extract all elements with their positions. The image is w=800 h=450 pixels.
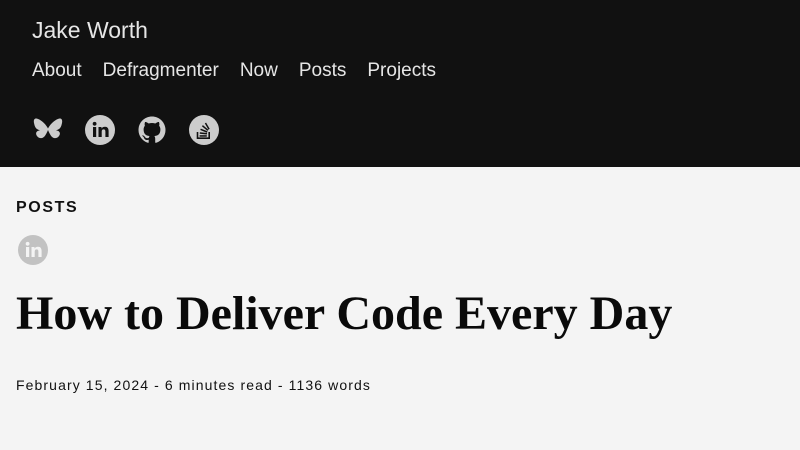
nav-link-about[interactable]: About [32,58,82,84]
social-links [32,114,240,146]
linkedin-icon [85,115,115,145]
main-nav: About Defragmenter Now Posts Projects [32,58,457,84]
post-word-count: 1136 words [288,377,371,393]
linkedin-share-link[interactable] [17,234,49,266]
nav-link-now[interactable]: Now [240,58,278,84]
nav-link-posts[interactable]: Posts [299,58,347,84]
nav-link-defragmenter[interactable]: Defragmenter [103,58,219,84]
github-icon [138,116,166,143]
site-header: Jake Worth About Defragmenter Now Posts … [0,0,800,167]
bluesky-link[interactable] [32,114,64,146]
post-date: February 15, 2024 [16,377,150,393]
linkedin-icon [18,235,48,265]
stackoverflow-link[interactable] [188,114,220,146]
post-read-time: 6 minutes read [164,377,273,393]
github-link[interactable] [136,114,168,146]
post-meta: February 15, 2024 - 6 minutes read - 113… [16,377,371,393]
section-label: POSTS [16,199,79,216]
site-title-link[interactable]: Jake Worth [32,15,148,45]
post-title: How to Deliver Code Every Day [16,287,673,340]
bluesky-icon [33,118,63,139]
nav-link-projects[interactable]: Projects [367,58,436,84]
stackoverflow-icon [189,115,219,145]
linkedin-link[interactable] [84,114,116,146]
